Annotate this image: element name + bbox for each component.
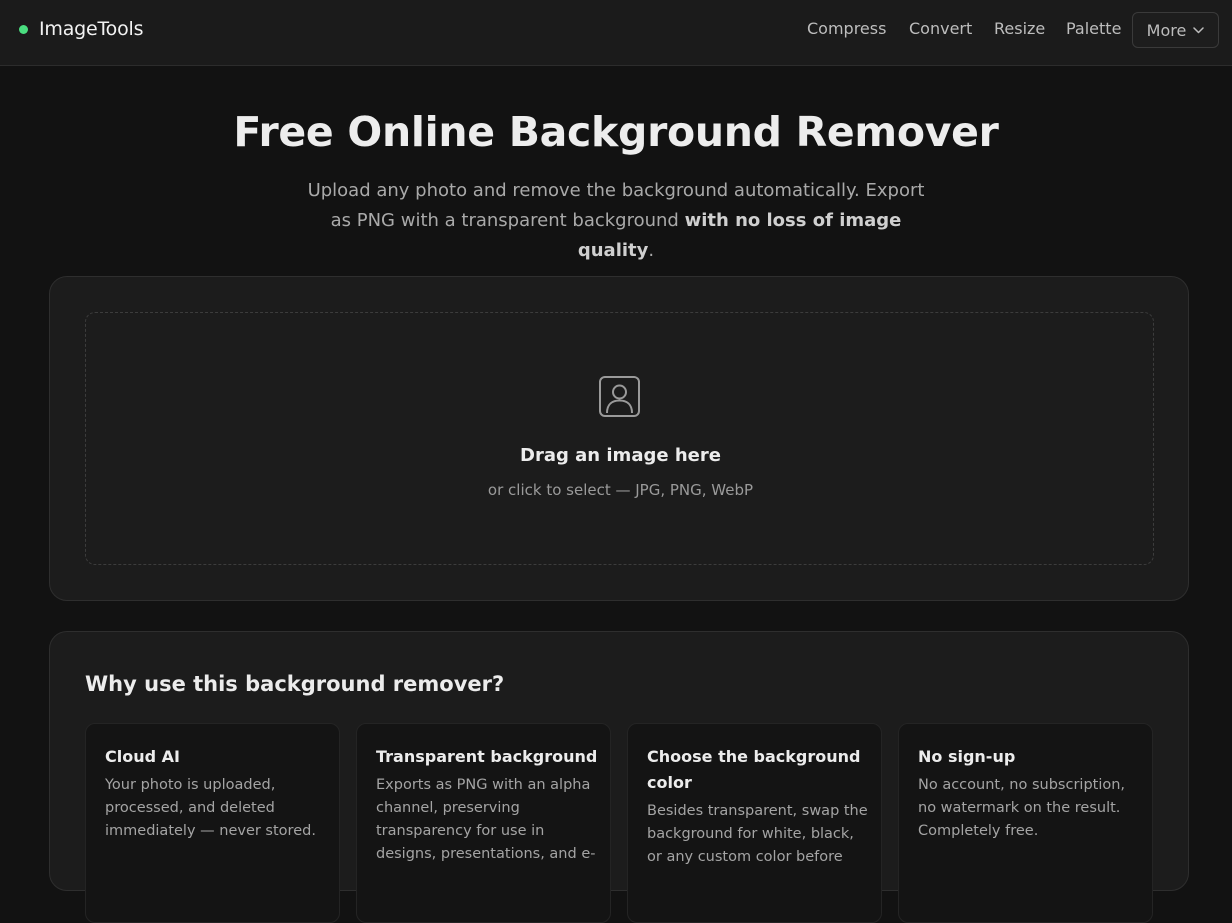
dropzone-title: Drag an image here [520,445,721,466]
nav-link-resize[interactable]: Resize [994,19,1045,38]
nav-link-convert[interactable]: Convert [909,19,972,38]
dropzone-hint: or click to select — JPG, PNG, WebP [487,481,754,499]
feature-title: Cloud AI [105,747,180,766]
brand-dot-icon [19,24,28,34]
chevron-down-icon [1193,26,1205,33]
features-heading: Why use this background remover? [85,672,505,696]
top-navbar: ImageTools Compress Convert Resize Palet… [0,0,1232,66]
upload-card: Drag an image here or click to select — … [49,276,1189,601]
feature-description: Exports as PNG with an alpha channel, pr… [376,777,596,862]
more-menu-button[interactable]: More [1132,12,1219,48]
feature-title: No sign-up [918,747,1016,766]
feature-title: Transparent background [376,747,598,766]
nav-link-compress[interactable]: Compress [807,19,886,38]
page-title: Free Online Background Remover [233,108,999,156]
features-section: Why use this background remover? Cloud A… [49,631,1189,923]
image-dropzone[interactable]: Drag an image here or click to select — … [85,312,1154,565]
more-menu-label: More [1146,20,1187,40]
feature-description: Your photo is uploaded, processed, and d… [105,777,316,839]
nav-link-palette[interactable]: Palette [1066,19,1121,38]
feature-card-transparent-background: Transparent background Exports as PNG wi… [356,723,611,923]
brand-name: ImageTools [39,18,144,40]
feature-description: Besides transparent, swap the background… [647,803,868,865]
portrait-icon [599,376,640,417]
feature-card-background-color: Choose the background color Besides tran… [627,723,882,923]
feature-description: No account, no subscription, no watermar… [918,777,1126,839]
brand-logo[interactable]: ImageTools [19,18,144,40]
feature-card-no-sign-up: No sign-up No account, no subscription, … [898,723,1153,923]
feature-card-cloud-ai: Cloud AI Your photo is uploaded, process… [85,723,340,923]
page-subtitle: Upload any photo and remove the backgrou… [300,176,932,266]
feature-title: Choose the background color [647,747,861,792]
page-subtitle-end: . [648,240,655,261]
